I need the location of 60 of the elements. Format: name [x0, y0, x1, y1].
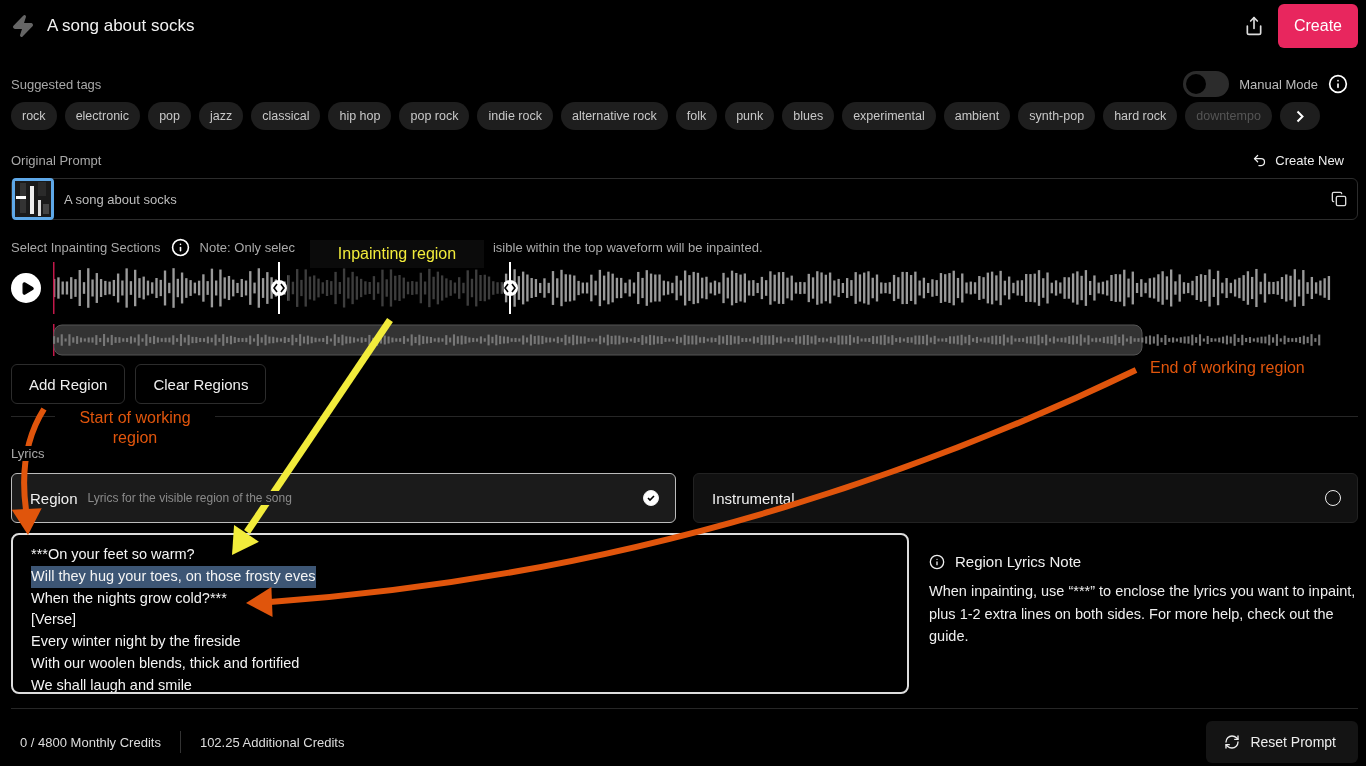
tag-chip[interactable]: folk	[675, 102, 718, 130]
copy-button[interactable]	[1331, 191, 1347, 207]
note-body: When inpainting, use “***” to enclose the lyrics you want to inpaint, plus 1-2 extra lines on both sides. For more help, check out the guide.	[929, 582, 1357, 647]
region-handle[interactable]	[271, 262, 287, 314]
chevron-right-icon	[1295, 109, 1304, 123]
create-button[interactable]: Create	[1277, 4, 1358, 48]
tag-chip[interactable]: blues	[782, 102, 835, 130]
lyric-line: Every winter night by the fireside	[31, 632, 241, 652]
song-title: A song about socks	[47, 16, 195, 36]
tag-chip[interactable]: electronic	[64, 102, 141, 130]
tag-chip[interactable]: ambient	[943, 102, 1011, 130]
info-icon[interactable]	[170, 237, 190, 257]
annotation-label: Start of working region	[55, 408, 215, 448]
credits-text: 102.25 Additional Credits	[198, 734, 346, 750]
section-label: Lyrics	[11, 445, 45, 461]
check-icon	[647, 494, 655, 502]
undo-icon	[1252, 152, 1268, 168]
lyric-line: We shall laugh and smile	[31, 675, 192, 692]
next-button[interactable]	[1279, 102, 1320, 130]
region-button[interactable]: Clear Regions	[135, 364, 267, 404]
tag-chip[interactable]: experimental	[842, 102, 936, 130]
credits-text: 0 / 4800 Monthly Credits	[19, 734, 162, 750]
note-text: Note: Only selec	[199, 239, 295, 255]
tag-chip[interactable]: alternative rock	[560, 102, 668, 130]
info-icon	[929, 553, 945, 570]
tag-chip[interactable]: jazz	[199, 102, 244, 130]
region-handle[interactable]	[502, 262, 518, 314]
annotation-label: Inpainting region	[310, 240, 484, 268]
bolt-icon	[11, 14, 35, 38]
annotation-label: End of working region	[1150, 358, 1305, 378]
tag-chip[interactable]: classical	[251, 102, 321, 130]
create-new-button[interactable]: Create New	[1252, 152, 1358, 168]
prompt-text: A song about socks	[64, 191, 178, 207]
tag-chip[interactable]: hip hop	[328, 102, 392, 130]
play-button[interactable]	[11, 273, 41, 303]
tag-chip[interactable]: synth-pop	[1018, 102, 1096, 130]
lyric-line: When the nights grow cold?***	[31, 588, 227, 608]
start-marker	[53, 262, 55, 314]
prompt-field[interactable]: A song about socks	[11, 178, 1358, 220]
reset-prompt-button[interactable]: Reset Prompt	[1206, 721, 1358, 763]
lyric-line: [Verse]	[31, 610, 77, 630]
lyrics-option[interactable]: Region Lyrics for the visible region of the song	[11, 473, 676, 523]
tag-chip[interactable]: punk	[725, 102, 775, 130]
toggle-label: Manual Mode	[1239, 76, 1318, 92]
note-text: isible within the top waveform will be inpainted.	[493, 239, 763, 255]
refresh-icon	[1224, 734, 1241, 750]
tag-chip[interactable]: pop rock	[399, 102, 470, 130]
tag-chip[interactable]: hard rock	[1103, 102, 1178, 130]
manual-mode-toggle[interactable]	[1183, 71, 1230, 97]
tag-chip[interactable]: indie rock	[477, 102, 553, 130]
info-icon[interactable]	[1328, 74, 1348, 94]
play-icon	[19, 280, 35, 296]
region-button[interactable]: Add Region	[11, 364, 126, 404]
tag-chip[interactable]: pop	[148, 102, 191, 130]
lyrics-field[interactable]	[11, 533, 909, 694]
tag-chip[interactable]: rock	[11, 102, 57, 130]
lyric-line: With our woolen blends, thick and fortified	[31, 654, 300, 673]
lyric-line: ***On your feet so warm?	[31, 545, 195, 564]
note-title: Region Lyrics Note	[955, 553, 1082, 570]
lyrics-option[interactable]: Instrumental	[693, 473, 1358, 523]
